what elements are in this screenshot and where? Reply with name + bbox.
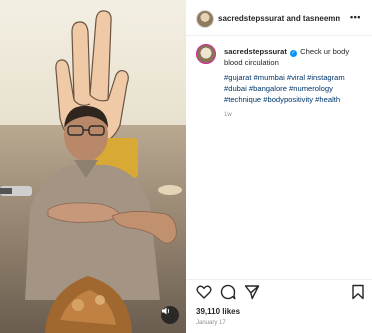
share-icon	[244, 285, 260, 300]
likes-count[interactable]: 39,110 likes	[196, 307, 240, 316]
heart-icon	[196, 285, 212, 299]
comment-icon	[220, 284, 236, 300]
caption-hashtags[interactable]: #gujarat #mumbai #viral #instagram #duba…	[224, 72, 364, 105]
mute-button[interactable]	[161, 306, 179, 324]
incense-smoke	[158, 185, 182, 195]
caption-username[interactable]: sacredstepssurat	[224, 47, 287, 56]
more-options-icon[interactable]: •••	[350, 12, 361, 22]
like-button[interactable]	[196, 284, 212, 300]
caption: sacredstepssurat ✓ Check ur body blood c…	[224, 46, 369, 68]
comment-button[interactable]	[220, 284, 236, 300]
share-button[interactable]	[244, 284, 260, 300]
post-actions-bar	[186, 279, 372, 301]
post-header: sacredstepssurat and tasneemmor •••	[186, 0, 372, 36]
post-author-names[interactable]: sacredstepssurat and tasneemmor	[218, 14, 340, 23]
save-button[interactable]	[350, 284, 366, 300]
caption-time-ago: 1w	[224, 112, 232, 118]
bookmark-icon	[352, 284, 364, 300]
caption-avatar[interactable]	[196, 44, 216, 64]
volume-icon	[162, 307, 170, 315]
post-date[interactable]: January 17	[196, 320, 226, 326]
post-info-panel: sacredstepssurat and tasneemmor ••• sacr…	[186, 0, 372, 333]
post-media[interactable]	[0, 0, 186, 333]
avatar[interactable]	[196, 10, 214, 28]
video-frame-illustration	[0, 10, 182, 333]
verified-badge-icon: ✓	[290, 50, 298, 57]
